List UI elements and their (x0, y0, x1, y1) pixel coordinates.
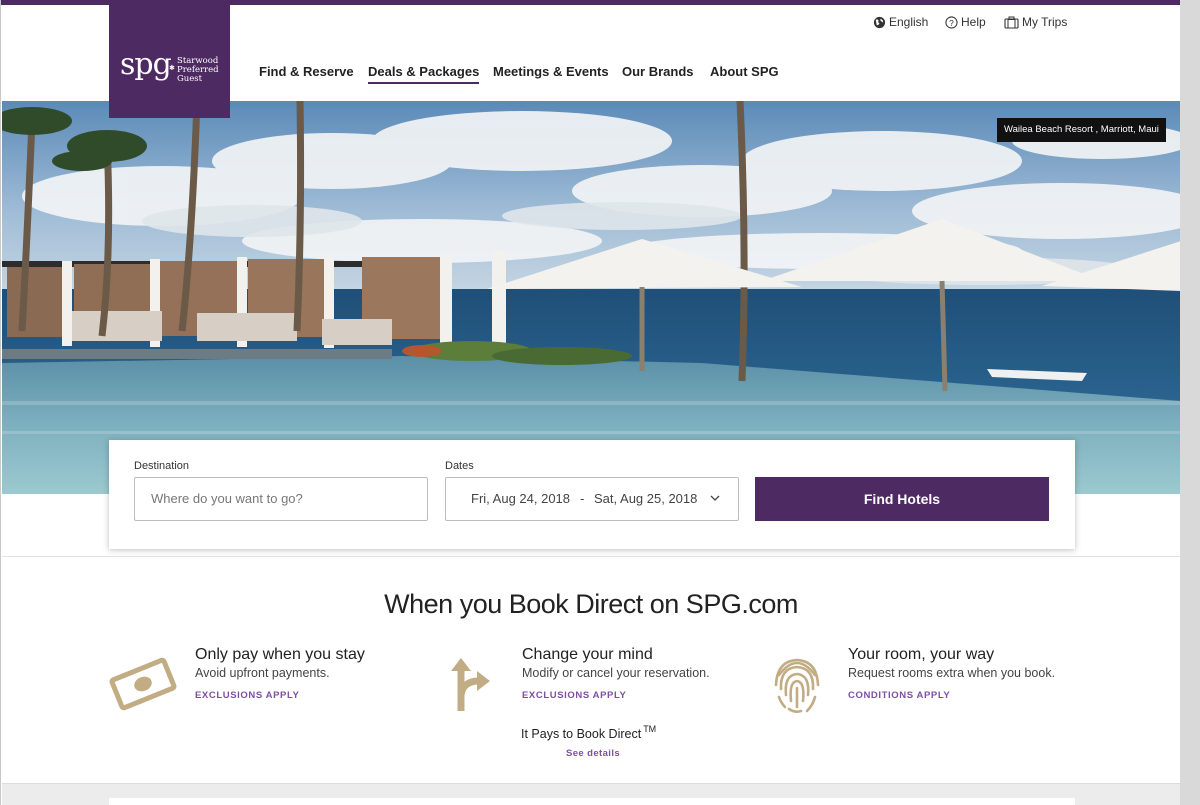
help-circle-icon: ? (945, 15, 958, 29)
nav-meetings-events[interactable]: Meetings & Events (493, 64, 609, 79)
window-edge (1180, 0, 1200, 805)
check-out-date: Sat, Aug 25, 2018 (594, 491, 698, 506)
date-separator: - (580, 491, 585, 506)
exclusions-apply-link[interactable]: EXCLUSIONS APPLY (522, 690, 626, 701)
nav-our-brands[interactable]: Our Brands (622, 64, 694, 79)
help-link[interactable]: ? Help (945, 15, 986, 29)
spg-logo[interactable]: spg ✱ Starwood Preferred Guest (109, 5, 230, 118)
money-icon (109, 657, 177, 711)
suitcase-icon (1004, 16, 1019, 29)
logo-star-icon: ✱ (169, 65, 175, 72)
language-link[interactable]: English (873, 15, 928, 29)
dates-label: Dates (445, 460, 474, 472)
trademark-mark: TM (643, 724, 657, 734)
language-label: English (889, 15, 929, 29)
hotel-search-card: Destination Where do you want to go? Dat… (109, 440, 1075, 549)
fingerprint-icon (774, 658, 820, 713)
book-direct-heading: When you Book Direct on SPG.com (384, 589, 798, 619)
my-trips-link[interactable]: My Trips (1004, 15, 1067, 29)
hero-image (2, 101, 1181, 494)
destination-input[interactable]: Where do you want to go? (134, 477, 428, 521)
page: spg ✱ Starwood Preferred Guest English ?… (0, 0, 1181, 805)
chevron-down-icon (710, 495, 720, 501)
benefit-description: Modify or cancel your reservation. (522, 666, 710, 680)
check-in-date: Fri, Aug 24, 2018 (471, 491, 571, 506)
exclusions-apply-link[interactable]: EXCLUSIONS APPLY (195, 690, 299, 701)
destination-label: Destination (134, 460, 190, 472)
svg-text:?: ? (949, 17, 954, 27)
resort-pool-illustration (2, 101, 1181, 494)
benefit-title: Your room, your way (848, 646, 995, 663)
logo-wordmark: spg (120, 47, 172, 82)
benefit-title: Only pay when you stay (195, 646, 365, 663)
conditions-apply-link[interactable]: CONDITIONS APPLY (848, 690, 950, 701)
nav-find-reserve[interactable]: Find & Reserve (259, 64, 354, 79)
hero-photo-credit: Wailea Beach Resort , Marriott, Maui (997, 118, 1166, 142)
benefit-description: Avoid upfront payments. (195, 666, 330, 680)
my-trips-label: My Trips (1022, 15, 1068, 29)
logo-subtitle: Starwood Preferred Guest (177, 57, 229, 84)
nav-deals-packages[interactable]: Deals & Packages (368, 64, 480, 84)
next-section-card (109, 798, 1075, 805)
nav-about-spg[interactable]: About SPG (710, 64, 779, 79)
tagline-text: It Pays to Book Direct (521, 727, 642, 741)
logo-subtitle-line: Guest (177, 74, 203, 84)
benefit-title: Change your mind (522, 646, 653, 663)
section-divider (2, 556, 1181, 557)
see-details-link[interactable]: See details (566, 748, 620, 759)
dates-picker[interactable]: Fri, Aug 24, 2018 - Sat, Aug 25, 2018 (445, 477, 739, 521)
globe-icon (873, 16, 886, 28)
benefit-description: Request rooms extra when you book. (848, 666, 1056, 680)
find-hotels-button[interactable]: Find Hotels (755, 477, 1049, 521)
help-label: Help (961, 15, 986, 29)
direction-arrows-icon (451, 658, 490, 711)
book-direct-tagline: It Pays to Book Direct TM (521, 724, 656, 741)
